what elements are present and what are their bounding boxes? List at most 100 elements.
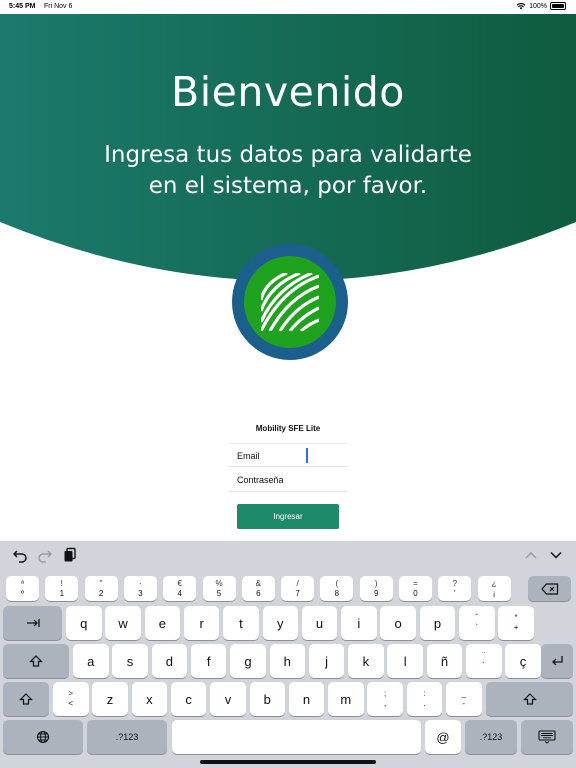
key-.[interactable]: :. xyxy=(406,682,443,716)
email-field[interactable]: Email xyxy=(228,443,348,467)
key-5[interactable]: % 5 xyxy=(202,576,236,601)
key-7[interactable]: /7 xyxy=(281,576,315,601)
key-<[interactable]: > < xyxy=(53,682,89,716)
numeric-key-left[interactable]: .?123 xyxy=(87,720,167,754)
key-0[interactable]: = 0 xyxy=(399,576,432,601)
key-º[interactable]: ªº xyxy=(6,576,39,601)
key-l[interactable]: l xyxy=(387,644,423,678)
key-primary-label: ´ xyxy=(482,661,486,670)
key-d[interactable]: d xyxy=(151,644,188,678)
password-field[interactable]: Contraseña xyxy=(228,468,348,492)
key-primary-label: 7 xyxy=(295,588,300,598)
key-e[interactable]: e xyxy=(144,606,181,640)
key-at[interactable]: @ xyxy=(425,720,461,754)
login-button[interactable]: Ingresar xyxy=(237,504,339,529)
key-secondary-label: _ xyxy=(461,689,466,698)
key-+[interactable]: * + xyxy=(498,606,534,640)
return-icon xyxy=(552,656,563,666)
key-x[interactable]: x xyxy=(131,682,168,716)
subtitle-line-1: Ingresa tus datos para validarte xyxy=(104,142,472,168)
key-secondary-label: & xyxy=(255,578,261,588)
key-`[interactable]: ˆ ` xyxy=(459,606,495,640)
key-secondary-label: · xyxy=(139,578,142,588)
shift-icon xyxy=(19,693,33,705)
keyboard-dismiss-key[interactable] xyxy=(521,720,573,754)
key-secondary-label: " xyxy=(99,578,103,588)
key-v[interactable]: v xyxy=(210,682,246,716)
undo-icon[interactable] xyxy=(12,547,28,563)
redo-icon[interactable] xyxy=(37,547,53,563)
status-right: 100% xyxy=(516,2,566,10)
key-r[interactable]: r xyxy=(183,606,220,640)
battery-percent: 100% xyxy=(529,2,547,10)
key-secondary-label: ! xyxy=(60,578,63,588)
key-9[interactable]: ) 9 xyxy=(359,576,393,601)
key-j[interactable]: j xyxy=(308,644,345,678)
key-ç[interactable]: ç xyxy=(505,644,541,678)
key-p[interactable]: p xyxy=(419,606,456,640)
key-n[interactable]: n xyxy=(288,682,325,716)
key-ñ[interactable]: ñ xyxy=(426,644,463,678)
key-s[interactable]: s xyxy=(112,644,148,678)
key-f[interactable]: f xyxy=(190,644,227,678)
key-,[interactable]: ;, xyxy=(367,682,403,716)
chevron-down-icon[interactable] xyxy=(548,547,564,563)
stadium-lines-logo-icon xyxy=(232,244,348,360)
shift-right-key[interactable] xyxy=(486,682,573,716)
key-c[interactable]: c xyxy=(170,682,207,716)
key-i[interactable]: i xyxy=(341,606,377,640)
app-name-label: Mobility SFE Lite xyxy=(255,424,321,433)
key-¡[interactable]: ¿ ¡ xyxy=(477,576,511,601)
globe-icon xyxy=(36,730,50,744)
key-3[interactable]: · 3 xyxy=(123,576,157,601)
key-y[interactable]: y xyxy=(262,606,298,640)
return-key[interactable] xyxy=(541,644,573,678)
key-m[interactable]: m xyxy=(328,682,364,716)
space-bar[interactable] xyxy=(172,720,421,754)
text-cursor xyxy=(306,448,308,463)
key-t[interactable]: t xyxy=(223,606,259,640)
key-'[interactable]: ? ' xyxy=(438,576,472,601)
shift-left-bottom-key[interactable] xyxy=(3,682,49,716)
key-u[interactable]: u xyxy=(301,606,338,640)
key-4[interactable]: €4 xyxy=(163,576,197,601)
shift-left-key[interactable] xyxy=(3,644,69,678)
key-w[interactable]: w xyxy=(105,606,141,640)
key-h[interactable]: h xyxy=(269,644,305,678)
key-6[interactable]: & 6 xyxy=(241,576,275,601)
key-a[interactable]: a xyxy=(73,644,109,678)
key-primary-label: ¡ xyxy=(492,588,496,598)
battery-fill xyxy=(552,4,564,8)
screen: 5:45 PM Fri Nov 6 100% Bienvenido Ingres… xyxy=(0,0,576,768)
key-g[interactable]: g xyxy=(230,644,266,678)
key-primary-label: < xyxy=(68,699,74,708)
key-secondary-label: € xyxy=(177,578,182,588)
key-´[interactable]: ¨ ´ xyxy=(466,644,502,678)
globe-key[interactable] xyxy=(3,720,83,754)
key-primary-label: . xyxy=(423,699,426,708)
chevron-up-icon[interactable] xyxy=(523,547,539,563)
key-secondary-label: ¨ xyxy=(482,651,486,660)
numeric-key-right[interactable]: .?123 xyxy=(465,720,517,754)
key-8[interactable]: (8 xyxy=(320,576,354,601)
delete-key[interactable] xyxy=(528,576,571,601)
key-secondary-label: : xyxy=(423,689,426,698)
key-2[interactable]: " 2 xyxy=(84,576,118,601)
key-secondary-label: / xyxy=(296,578,299,588)
key-primary-label: 0 xyxy=(413,588,418,598)
key-primary-label: 8 xyxy=(334,588,340,598)
key-k[interactable]: k xyxy=(348,644,384,678)
key-secondary-label: ¿ xyxy=(491,578,497,588)
key-b[interactable]: b xyxy=(249,682,285,716)
tab-key[interactable] xyxy=(3,606,62,640)
key-secondary-label: ? xyxy=(452,578,458,588)
key-z[interactable]: z xyxy=(92,682,128,716)
key--[interactable]: _ - xyxy=(446,682,482,716)
key-q[interactable]: q xyxy=(66,606,102,640)
key-primary-label: , xyxy=(384,699,387,708)
password-label: Contraseña xyxy=(237,475,284,485)
key-o[interactable]: o xyxy=(380,606,416,640)
paste-icon[interactable] xyxy=(62,547,78,563)
key-1[interactable]: ! 1 xyxy=(45,576,79,601)
key-secondary-label: = xyxy=(413,578,418,588)
